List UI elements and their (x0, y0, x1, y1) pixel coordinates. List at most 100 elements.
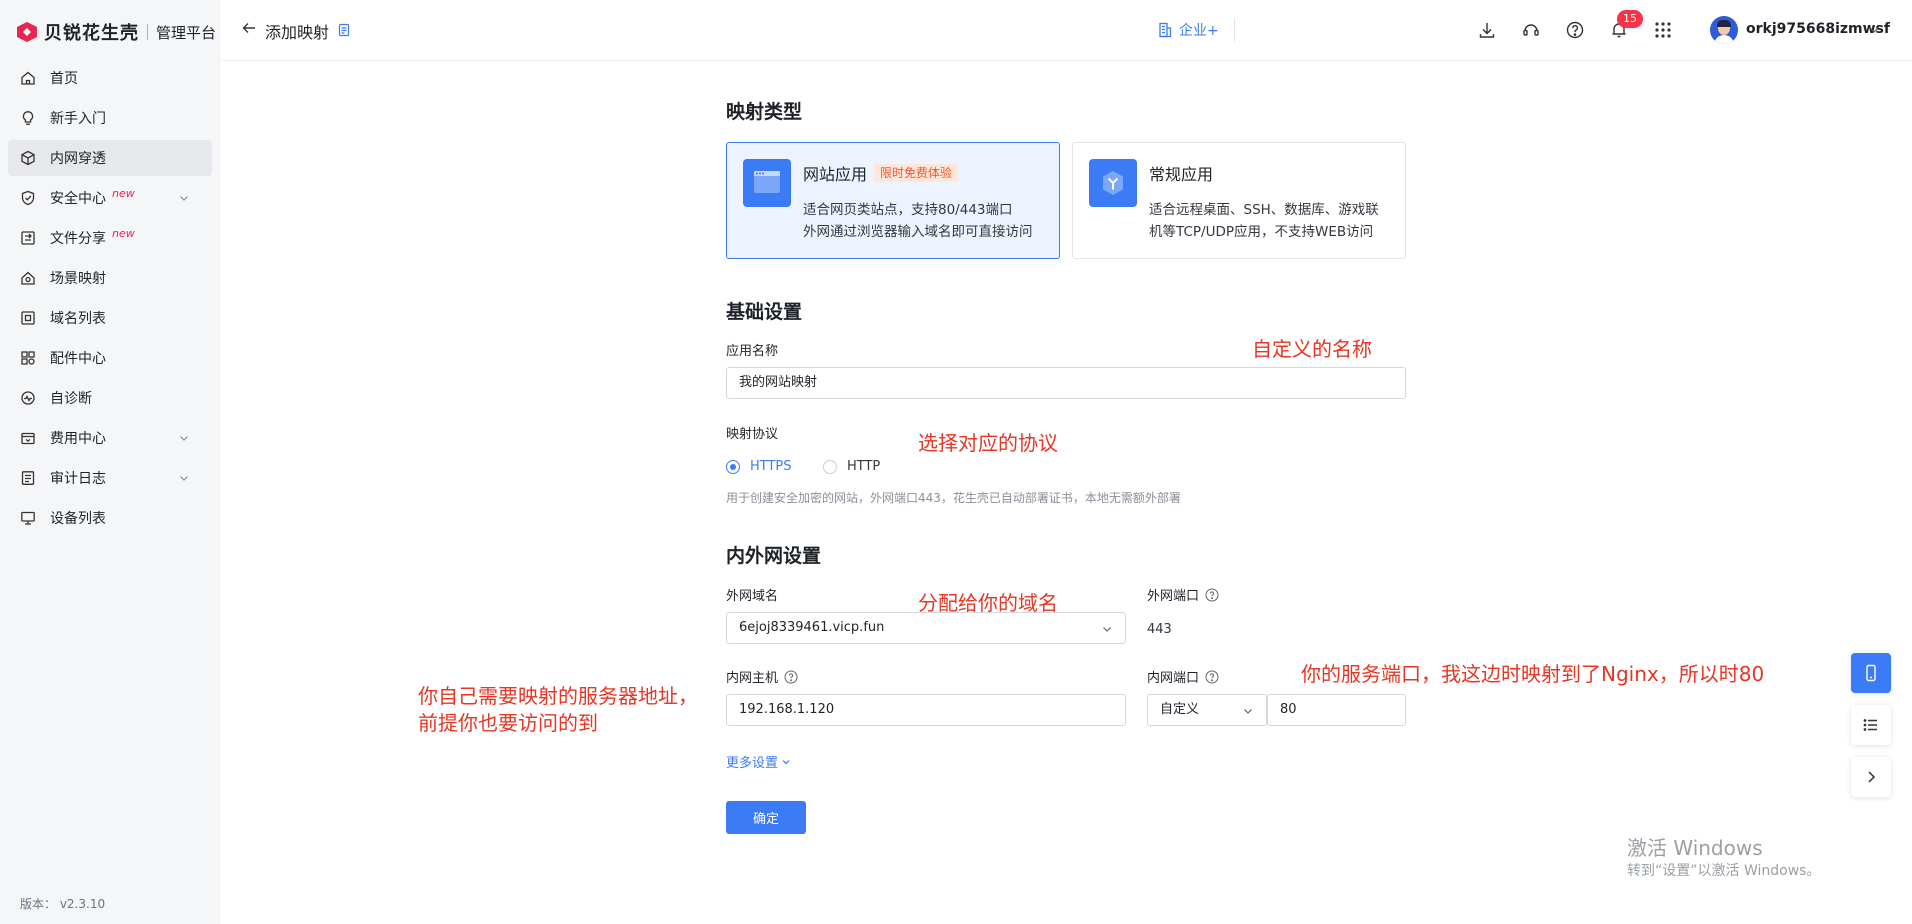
app-name-label: 应用名称 (726, 340, 778, 359)
section-title-network: 内外网设置 (726, 545, 822, 567)
sidebar-item-scene-mapping[interactable]: 场景映射 (8, 260, 212, 296)
confirm-button[interactable]: 确定 (726, 801, 806, 834)
sidebar-item-audit-log[interactable]: 审计日志 (8, 460, 212, 496)
domain-label: 外网域名 (726, 585, 778, 604)
help-icon[interactable] (1205, 588, 1219, 602)
shield-icon (20, 190, 36, 206)
radio-label: HTTP (847, 459, 881, 474)
chevron-down-icon (1244, 709, 1252, 714)
new-badge: new (112, 226, 135, 240)
cube-icon (20, 150, 36, 166)
sidebar-item-billing[interactable]: 费用中心 (8, 420, 212, 456)
scene-icon (20, 270, 36, 286)
sidebar-item-diagnose[interactable]: 自诊断 (8, 380, 212, 416)
sidebar-item-label: 文件分享 (50, 231, 106, 247)
back-arrow-icon[interactable] (241, 20, 257, 36)
internal-port-label: 内网端口 (1147, 667, 1219, 686)
mapping-type-website-card[interactable]: 网站应用 限时免费体验 适合网页类站点，支持80/443端口 外网通过浏览器输入… (726, 142, 1060, 259)
list-icon (1863, 719, 1877, 731)
sidebar-item-label: 配件中心 (50, 351, 106, 367)
collapse-float-button[interactable] (1851, 757, 1891, 797)
help-icon[interactable] (1205, 670, 1219, 684)
document-icon[interactable] (337, 23, 351, 37)
protocol-radio-https[interactable]: HTTPS (726, 459, 792, 474)
chevron-down-icon[interactable] (178, 432, 190, 444)
avatar[interactable] (1710, 16, 1738, 44)
section-title-mapping-type: 映射类型 (726, 101, 803, 123)
radio-label: HTTPS (750, 459, 792, 474)
page-title: 添加映射 (265, 23, 330, 42)
general-app-icon (1089, 159, 1137, 207)
protocol-hint: 用于创建安全加密的网站，外网端口443，花生壳已自动部署证书，本地无需额外部署 (726, 491, 1181, 505)
domain-icon (20, 310, 36, 326)
brand-divider (147, 24, 148, 40)
new-badge: new (112, 186, 135, 200)
mapping-type-general-card[interactable]: 常规应用 适合远程桌面、SSH、数据库、游戏联 机等TCP/UDP应用，不支持W… (1072, 142, 1406, 259)
windows-activation-title: 激活 Windows (1627, 836, 1763, 860)
internal-port-mode-select[interactable]: 自定义 (1147, 694, 1267, 726)
annotation-protocol: 选择对应的协议 (918, 431, 1058, 455)
chevron-right-icon (1868, 771, 1876, 783)
brand-logo[interactable]: 贝锐花生壳 管理平台 (16, 18, 216, 46)
card-desc-line: 适合网页类站点，支持80/443端口 (803, 202, 1013, 218)
list-float-button[interactable] (1851, 705, 1891, 745)
wallet-icon (20, 430, 36, 446)
notification-badge: 15 (1617, 10, 1643, 28)
file-share-icon (20, 230, 36, 246)
sidebar-item-security[interactable]: 安全中心 new (8, 180, 212, 216)
card-title: 常规应用 (1149, 165, 1214, 184)
card-desc-line: 适合远程桌面、SSH、数据库、游戏联 (1149, 202, 1379, 218)
app-name-input[interactable]: 我的网站映射 (726, 367, 1406, 399)
annotation-port: 你的服务端口，我这边时映射到了Nginx，所以时80 (1301, 662, 1765, 686)
more-settings-link[interactable]: 更多设置 (726, 752, 791, 771)
apps-grid-icon[interactable] (1653, 20, 1673, 40)
card-description: 适合远程桌面、SSH、数据库、游戏联 机等TCP/UDP应用，不支持WEB访问 (1149, 199, 1379, 243)
website-app-icon (743, 159, 791, 207)
label-text: 映射协议 (726, 427, 779, 442)
label-text: 外网域名 (726, 589, 779, 604)
label-text: 内网端口 (1147, 671, 1200, 686)
internal-host-input[interactable]: 192.168.1.120 (726, 694, 1126, 726)
header-divider (1234, 18, 1235, 42)
monitor-icon (20, 510, 36, 526)
chevron-down-icon (1103, 627, 1111, 632)
brand-logo-icon (16, 21, 38, 43)
sidebar-item-file-share[interactable]: 文件分享 new (8, 220, 212, 256)
mobile-float-button[interactable] (1851, 653, 1891, 693)
internal-port-input[interactable]: 80 (1267, 694, 1406, 726)
log-icon (20, 470, 36, 486)
sidebar-item-accessories[interactable]: 配件中心 (8, 340, 212, 376)
sidebar-item-devices[interactable]: 设备列表 (8, 500, 212, 536)
building-icon (1159, 22, 1172, 38)
section-title-basic: 基础设置 (726, 301, 803, 323)
sidebar-item-label: 场景映射 (50, 271, 106, 287)
sidebar-item-intranet[interactable]: 内网穿透 (8, 140, 212, 176)
help-icon[interactable] (784, 670, 798, 684)
customer-service-icon[interactable] (1521, 20, 1541, 40)
help-icon[interactable] (1565, 20, 1585, 40)
sidebar-item-home[interactable]: 首页 (8, 60, 212, 96)
card-title: 网站应用 (803, 165, 868, 184)
annotation-host: 你自己需要映射的服务器地址， 前提你也要访问的到 (418, 683, 698, 737)
annotation-host-line: 前提你也要访问的到 (418, 711, 598, 735)
chevron-down-icon (782, 759, 790, 764)
sidebar-item-label: 审计日志 (50, 471, 106, 487)
sidebar-item-label: 内网穿透 (50, 151, 106, 167)
label-text: 应用名称 (726, 344, 779, 359)
windows-activation-subtitle: 转到“设置”以激活 Windows。 (1627, 863, 1821, 879)
chevron-down-icon[interactable] (178, 472, 190, 484)
enterprise-link[interactable]: 企业+ (1157, 20, 1219, 40)
sidebar-item-label: 新手入门 (50, 111, 106, 127)
sidebar-item-label: 自诊断 (50, 391, 92, 407)
chevron-down-icon[interactable] (1868, 24, 1880, 36)
chevron-down-icon[interactable] (178, 192, 190, 204)
diagnose-icon (20, 390, 36, 406)
external-port-value: 443 (1147, 622, 1172, 637)
sidebar-item-domains[interactable]: 域名列表 (8, 300, 212, 336)
free-trial-tag: 限时免费体验 (874, 164, 959, 182)
protocol-label: 映射协议 (726, 423, 778, 442)
sidebar-item-getting-started[interactable]: 新手入门 (8, 100, 212, 136)
download-icon[interactable] (1477, 20, 1497, 40)
sidebar-nav: 首页 新手入门 内网穿透 安全中心 new 文件分享 new 场景映射 域名列表 (8, 60, 212, 540)
protocol-radio-http[interactable]: HTTP (823, 459, 880, 474)
